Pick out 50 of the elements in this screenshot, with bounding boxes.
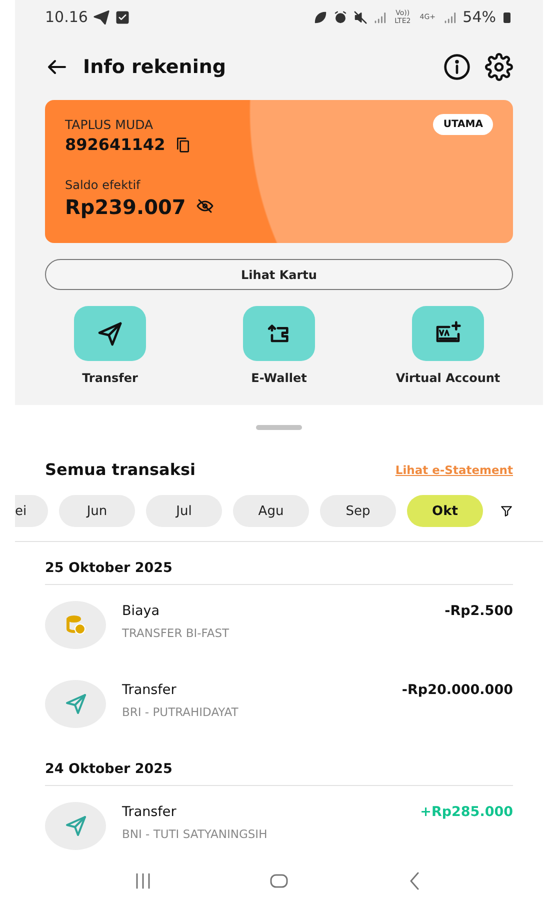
action-button[interactable] (74, 306, 146, 361)
battery-level: 54% (462, 8, 496, 26)
date-heading: 24 Oktober 2025 (45, 743, 513, 786)
signal-icon (442, 10, 458, 24)
action-button[interactable] (243, 306, 315, 361)
paper-plane-icon (64, 692, 88, 716)
view-card-button[interactable]: Lihat Kartu (45, 259, 513, 290)
coins-icon (64, 613, 88, 637)
checkbox-icon (114, 10, 130, 24)
info-icon[interactable] (443, 53, 471, 81)
transaction-amount: +Rp285.000 (420, 803, 513, 820)
primary-badge: UTAMA (433, 114, 493, 135)
month-chip[interactable]: Jun (59, 495, 135, 527)
account-number: 892641142 (65, 135, 166, 154)
transaction-detail: TRANSFER BI-FAST (122, 626, 230, 640)
transaction-amount: -Rp20.000.000 (402, 681, 513, 698)
leaf-icon (312, 10, 328, 24)
action-label: Virtual Account (396, 371, 500, 385)
status-time: 10.16 (45, 8, 88, 26)
date-heading: 25 Oktober 2025 (45, 542, 513, 585)
action-button[interactable] (412, 306, 484, 361)
transaction-title: Transfer (122, 804, 178, 820)
transaction-detail: BNI - TUTI SATYANINGSIH (122, 827, 268, 841)
signal-icon (372, 10, 388, 24)
action-label: Transfer (82, 371, 138, 385)
product-name: TAPLUS MUDA (65, 117, 154, 132)
month-chip[interactable]: ei (15, 495, 48, 527)
section-title: Semua transaksi (45, 460, 196, 479)
paper-plane-icon (96, 320, 124, 348)
copy-icon[interactable] (175, 136, 192, 152)
transaction-title: Biaya (122, 603, 161, 619)
paper-plane-icon (64, 814, 88, 838)
drag-handle[interactable] (256, 425, 302, 430)
battery-icon (501, 10, 513, 24)
month-chip[interactable]: Agu (233, 495, 309, 527)
month-chip[interactable]: Okt (407, 495, 483, 527)
alarm-icon (332, 10, 348, 24)
action-label: E-Wallet (251, 371, 307, 385)
transaction-detail: BRI - PUTRAHIDAYAT (122, 705, 240, 719)
eye-slash-icon[interactable] (196, 196, 214, 214)
month-chip[interactable]: Jul (146, 495, 222, 527)
balance-label: Saldo efektif (65, 178, 142, 192)
balance-amount: Rp239.007 (65, 195, 186, 219)
month-chip[interactable]: Sep (320, 495, 396, 527)
mute-icon (352, 10, 368, 24)
transaction-amount: -Rp2.500 (444, 602, 513, 619)
settings-icon[interactable] (485, 53, 513, 81)
page-title: Info rekening (83, 56, 227, 78)
transaction-title: Transfer (122, 682, 178, 698)
paper-plane-icon (92, 8, 110, 26)
